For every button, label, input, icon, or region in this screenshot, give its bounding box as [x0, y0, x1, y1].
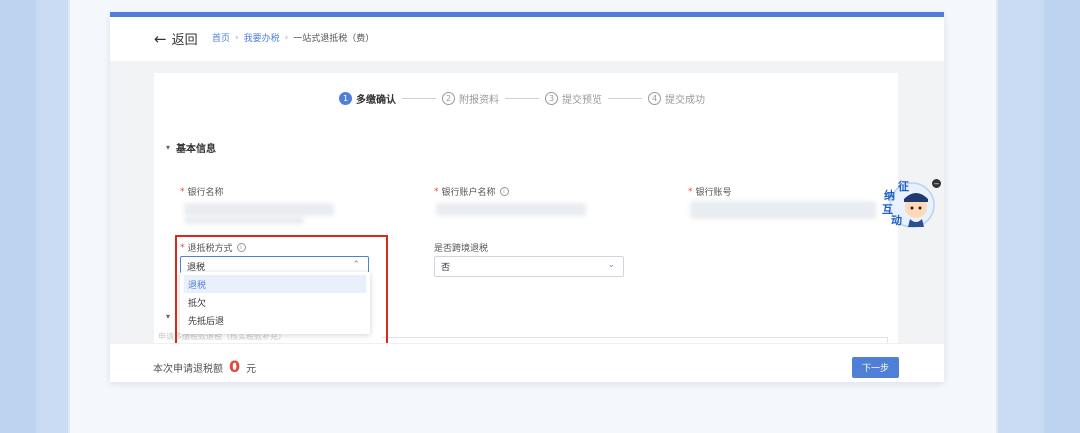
step-3: 3 提交预览: [545, 91, 602, 106]
chevron-right-icon: ›: [235, 32, 239, 43]
chevron-right-icon: ›: [284, 32, 289, 43]
chevron-down-icon: ▾: [166, 143, 171, 152]
step-connector: [608, 98, 642, 99]
chevron-down-icon[interactable]: ▾: [166, 312, 170, 321]
step-number: 1: [339, 92, 352, 105]
required-mark: *: [180, 186, 185, 197]
breadcrumb: 首页 › 我要办税 › 一站式退抵税（费）: [212, 31, 375, 45]
step-number: 3: [545, 92, 558, 105]
chevron-down-icon: ⌄: [607, 260, 615, 270]
step-connector: [505, 98, 539, 99]
select-value: 否: [441, 263, 451, 273]
field-label-text: 银行账户名称: [441, 188, 496, 198]
step-label: 多缴确认: [356, 95, 396, 106]
background-left: [0, 0, 36, 433]
required-mark: *: [434, 186, 439, 197]
breadcrumb-current: 一站式退抵税（费）: [293, 34, 375, 44]
step-1: 1 多缴确认: [339, 91, 396, 106]
sum-unit: 元: [246, 364, 257, 375]
mascot-char: 动: [891, 214, 902, 227]
step-2: 2 附报资料: [442, 91, 499, 106]
field-label-text: 银行账号: [695, 188, 732, 198]
step-4: 4 提交成功: [648, 91, 705, 106]
back-button[interactable]: ← 返回: [154, 29, 198, 49]
account-name-label: * 银行账户名称 i: [434, 185, 509, 198]
sum-amount: 0: [229, 357, 241, 376]
footer-bar: 本次申请退税额 0 元 下一步: [110, 343, 944, 382]
refund-sum: 本次申请退税额 0 元: [153, 357, 256, 376]
sum-label: 本次申请退税额: [153, 364, 223, 375]
step-label: 提交成功: [665, 95, 705, 106]
breadcrumb-home[interactable]: 首页: [212, 31, 230, 44]
section-title: 基本信息: [176, 144, 217, 155]
bank-name-label: * 银行名称: [180, 185, 224, 199]
bank-name-value-blurred: [184, 216, 304, 224]
field-label-text: 银行名称: [187, 188, 224, 198]
step-label: 提交预览: [562, 95, 602, 106]
info-icon[interactable]: i: [499, 187, 509, 196]
app-window: ← 返回 首页 › 我要办税 › 一站式退抵税（费） 1 多缴确认 2 附报资料…: [110, 12, 944, 382]
step-label: 附报资料: [459, 95, 499, 106]
cross-border-label: 是否跨境退税: [434, 241, 488, 254]
account-no-value-blurred: [690, 201, 876, 219]
account-no-label: * 银行账号: [688, 185, 732, 199]
close-icon[interactable]: −: [932, 179, 941, 188]
back-label: 返回: [171, 33, 198, 48]
top-bar: ← 返回 首页 › 我要办税 › 一站式退抵税（费）: [110, 17, 944, 61]
step-connector: [402, 98, 436, 99]
step-number: 4: [648, 92, 661, 105]
required-mark: *: [688, 186, 693, 197]
back-arrow-icon: ←: [154, 29, 167, 48]
annotation-highlight-box: [175, 235, 388, 358]
next-button[interactable]: 下一步: [852, 357, 899, 378]
step-number: 2: [442, 92, 455, 105]
section-basic-info[interactable]: ▾ 基本信息: [166, 140, 216, 155]
form-card: 1 多缴确认 2 附报资料 3 提交预览 4 提交成功 ▾ 基本信息 * 银行名…: [154, 73, 898, 373]
account-name-value-blurred: [436, 203, 586, 216]
field-label-text: 是否跨境退税: [434, 244, 489, 254]
mascot-char: 征: [898, 180, 909, 193]
bank-name-value-blurred: [184, 203, 334, 216]
breadcrumb-tax[interactable]: 我要办税: [244, 31, 280, 44]
step-indicator: 1 多缴确认 2 附报资料 3 提交预览 4 提交成功: [339, 91, 705, 106]
cross-border-select[interactable]: 否 ⌄: [434, 256, 624, 277]
background-right: [1044, 0, 1080, 433]
assistant-mascot[interactable]: 征 纳 互 动 −: [880, 177, 941, 229]
